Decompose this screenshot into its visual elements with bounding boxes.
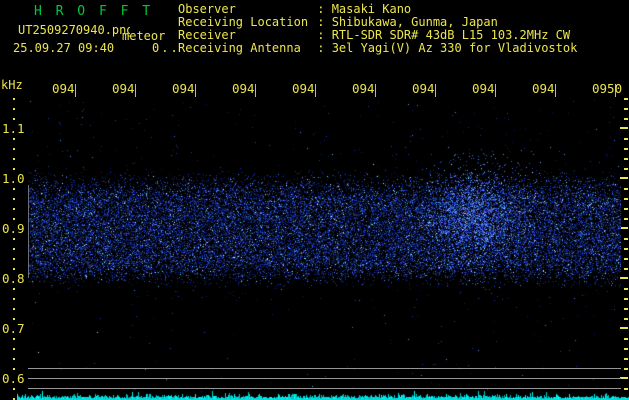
freq-minor-tick <box>624 98 628 100</box>
freq-minor-tick <box>13 368 15 370</box>
freq-minor-tick <box>624 368 628 370</box>
freq-major-tick <box>620 327 628 329</box>
freq-major-tick <box>620 177 628 179</box>
freq-tick-label: 1.1 <box>2 121 25 136</box>
station-info-row: Receiving Antenna : 3el Yagi(V) Az 330 f… <box>178 42 577 55</box>
time-tick-mark <box>135 84 136 97</box>
output-filename: UT2509270940.png <box>18 23 130 37</box>
freq-minor-tick <box>624 358 628 360</box>
freq-tick-label: 0.9 <box>2 221 25 236</box>
freq-minor-tick <box>624 268 628 270</box>
station-info: Observer : Masaki Kano Receiving Location… <box>178 3 577 55</box>
freq-minor-tick <box>624 298 628 300</box>
y-axis-unit: kHz <box>1 78 23 92</box>
time-tick-label: 0942 <box>112 81 135 94</box>
freq-minor-tick <box>624 348 628 350</box>
time-tick-label: 0948 <box>472 81 495 94</box>
time-tick-label: 0944 <box>232 81 255 94</box>
info-separator: : <box>310 41 332 55</box>
freq-minor-tick <box>13 98 15 100</box>
freq-major-tick <box>620 277 628 279</box>
baseline-grid-line <box>28 378 621 379</box>
freq-major-tick <box>620 227 628 229</box>
freq-minor-tick <box>13 108 15 110</box>
time-tick-mark <box>555 84 556 97</box>
freq-minor-tick <box>624 198 628 200</box>
time-tick-mark <box>195 84 196 97</box>
freq-minor-tick <box>624 168 628 170</box>
freq-minor-tick <box>13 148 15 150</box>
signal-level-strip <box>17 390 629 400</box>
freq-minor-tick <box>13 208 15 210</box>
freq-minor-tick <box>13 268 15 270</box>
time-tick-mark <box>75 84 76 97</box>
time-tick-label: 0943 <box>172 81 195 94</box>
freq-minor-tick <box>624 248 628 250</box>
freq-minor-tick <box>624 238 628 240</box>
baseline-grid-line <box>28 388 621 389</box>
freq-minor-tick <box>13 138 15 140</box>
freq-minor-tick <box>13 308 15 310</box>
freq-minor-tick <box>13 168 15 170</box>
time-tick-label: 0947 <box>412 81 435 94</box>
time-tick-label: 0949 <box>532 81 555 94</box>
time-tick-mark <box>615 84 616 97</box>
freq-minor-tick <box>624 188 628 190</box>
freq-minor-tick <box>13 218 15 220</box>
freq-tick-label: 0.8 <box>2 271 25 286</box>
freq-minor-tick <box>624 218 628 220</box>
freq-minor-tick <box>624 118 628 120</box>
freq-major-tick <box>620 127 628 129</box>
freq-minor-tick <box>13 238 15 240</box>
freq-minor-tick <box>13 318 15 320</box>
freq-minor-tick <box>624 208 628 210</box>
time-tick-mark <box>375 84 376 97</box>
freq-minor-tick <box>13 298 15 300</box>
freq-minor-tick <box>13 248 15 250</box>
freq-tick-label: 0.6 <box>2 371 25 386</box>
freq-tick-label: 0.7 <box>2 321 25 336</box>
time-tick-label: 0945 <box>292 81 315 94</box>
time-tick-mark <box>315 84 316 97</box>
time-tick-label: 0950 <box>592 81 623 94</box>
freq-minor-tick <box>13 158 15 160</box>
freq-minor-tick <box>13 258 15 260</box>
freq-minor-tick <box>13 388 15 390</box>
datetime-label: 25.09.27 09:40 <box>13 41 115 55</box>
freq-minor-tick <box>13 118 15 120</box>
freq-minor-tick <box>624 258 628 260</box>
freq-major-tick <box>620 377 628 379</box>
time-tick-mark <box>435 84 436 97</box>
freq-minor-tick <box>13 198 15 200</box>
hrofft-output: H R O F F T UT2509270940.png meteor 25.0… <box>0 0 629 400</box>
freq-minor-tick <box>13 348 15 350</box>
freq-minor-tick <box>624 148 628 150</box>
spectrogram-canvas <box>28 100 621 400</box>
time-tick-label: 0946 <box>352 81 375 94</box>
freq-minor-tick <box>624 158 628 160</box>
freq-minor-tick <box>624 318 628 320</box>
freq-minor-tick <box>624 108 628 110</box>
count-readout: 0.. <box>152 41 180 55</box>
freq-minor-tick <box>13 288 15 290</box>
freq-minor-tick <box>13 338 15 340</box>
freq-minor-tick <box>13 188 15 190</box>
freq-tick-label: 1.0 <box>2 171 25 186</box>
freq-minor-tick <box>624 308 628 310</box>
app-title: H R O F F T <box>34 4 154 19</box>
band-edge-marker <box>28 185 29 278</box>
freq-minor-tick <box>624 338 628 340</box>
freq-minor-tick <box>13 358 15 360</box>
freq-minor-tick <box>624 138 628 140</box>
freq-minor-tick <box>624 288 628 290</box>
baseline-grid-line <box>28 368 621 369</box>
time-tick-label: 0941 <box>52 81 75 94</box>
time-tick-mark <box>495 84 496 97</box>
info-label: Receiving Antenna <box>178 41 301 55</box>
time-tick-mark <box>255 84 256 97</box>
info-value: 3el Yagi(V) Az 330 for Vladivostok <box>331 41 578 55</box>
